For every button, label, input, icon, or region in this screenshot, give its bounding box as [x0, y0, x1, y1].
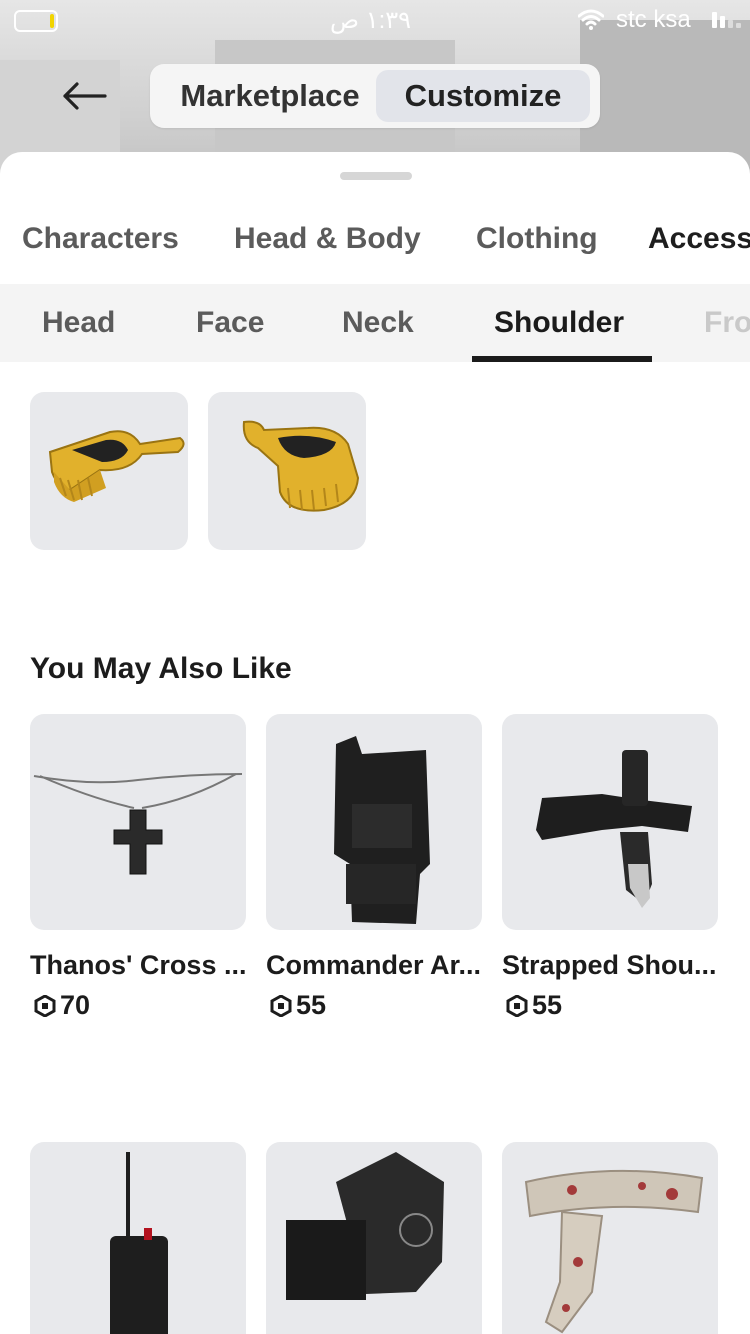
- bandage-icon: [524, 1169, 704, 1334]
- robux-icon: [270, 994, 292, 1017]
- subtab-neck[interactable]: Neck: [342, 306, 414, 340]
- item-price: 70: [34, 990, 90, 1021]
- subtab-face[interactable]: Face: [196, 306, 264, 340]
- arrow-left-icon: [63, 82, 107, 110]
- equipped-item-tile[interactable]: [208, 392, 366, 550]
- subtab-shoulder[interactable]: Shoulder: [494, 306, 624, 340]
- tab-clothing[interactable]: Clothing: [476, 222, 598, 256]
- tab-marketplace[interactable]: Marketplace: [160, 70, 380, 122]
- recommendation-item-tile[interactable]: [266, 714, 482, 930]
- item-price-value: 70: [60, 990, 91, 1020]
- tab-head-body[interactable]: Head & Body: [234, 222, 421, 256]
- item-price-value: 55: [532, 990, 563, 1020]
- recommendation-item-tile[interactable]: [502, 1142, 718, 1334]
- battery-icon: [14, 10, 58, 32]
- mode-switcher: Marketplace Customize: [150, 64, 600, 128]
- item-price: 55: [270, 990, 326, 1021]
- item-price-value: 55: [296, 990, 327, 1020]
- subtab-front[interactable]: Fro: [704, 306, 750, 340]
- radio-icon: [110, 1152, 168, 1334]
- item-name: Strapped Shou...: [502, 950, 717, 980]
- knife-strap-icon: [536, 750, 692, 908]
- carrier-name: stc ksa: [616, 6, 691, 33]
- category-tabs: Characters Head & Body Clothing Access: [0, 222, 750, 264]
- cross-necklace-icon: [33, 773, 243, 875]
- item-price: 55: [506, 990, 562, 1021]
- gold-epaulette-right-icon: [242, 420, 360, 512]
- tab-characters[interactable]: Characters: [22, 222, 179, 256]
- robux-icon: [506, 994, 528, 1017]
- subcategory-tabs: Head Face Neck Shoulder Fro: [0, 284, 750, 362]
- recommendation-item-tile[interactable]: [266, 1142, 482, 1334]
- armor-icon: [334, 736, 430, 924]
- sheet-grabber[interactable]: [340, 172, 412, 180]
- signal-icon: [712, 10, 741, 28]
- back-button[interactable]: [60, 76, 108, 116]
- shoulder-pad-icon: [286, 1152, 444, 1300]
- customize-sheet: Characters Head & Body Clothing Access H…: [0, 152, 750, 1334]
- active-tab-underline: [472, 356, 652, 362]
- gold-epaulette-left-icon: [48, 430, 185, 502]
- equipped-item-tile[interactable]: [30, 392, 188, 550]
- subtab-head[interactable]: Head: [42, 306, 115, 340]
- status-time: ١:٣٩ ص: [330, 7, 412, 34]
- recommendation-item-tile[interactable]: [30, 714, 246, 930]
- item-name: Commander Ar...: [266, 950, 482, 980]
- tab-customize[interactable]: Customize: [376, 70, 590, 122]
- item-name: Thanos' Cross ...: [30, 950, 247, 980]
- wifi-icon: [578, 9, 604, 30]
- recommendations-title: You May Also Like: [30, 652, 292, 685]
- recommendation-item-tile[interactable]: [502, 714, 718, 930]
- tab-accessories[interactable]: Access: [648, 222, 750, 256]
- status-bar: ١:٣٩ ص stc ksa: [0, 0, 750, 40]
- robux-icon: [34, 994, 56, 1017]
- recommendation-item-tile[interactable]: [30, 1142, 246, 1334]
